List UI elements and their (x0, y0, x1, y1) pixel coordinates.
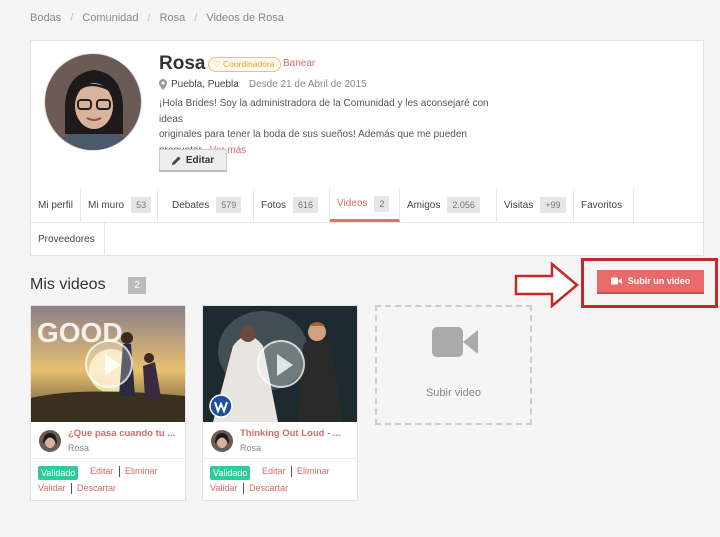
play-icon[interactable] (257, 340, 305, 388)
video-title[interactable]: ¿Que pasa cuando tu ... (68, 428, 180, 439)
tab-count: +99 (540, 197, 566, 213)
warner-logo-icon (209, 394, 233, 418)
video-card: GOOD ¿Que pasa cuando tu ... Rosa Valida… (30, 305, 186, 501)
tab-row-divider (31, 222, 703, 223)
edit-link[interactable]: Editar (90, 466, 114, 476)
ban-link[interactable]: Banear (283, 58, 315, 69)
tab-label: Mi muro (88, 199, 125, 211)
video-card: Thinking Out Loud - ... Rosa Validado Ed… (202, 305, 358, 501)
upload-video-label: Subir un video (627, 276, 691, 286)
breadcrumb-separator: / (70, 12, 74, 24)
breadcrumb-separator: / (194, 12, 198, 24)
tab-videos[interactable]: Videos 2 (330, 188, 400, 222)
status-badge: Validado (210, 466, 251, 480)
tab-label: Proveedores (38, 233, 95, 245)
member-since: Desde 21 de Abril de 2015 (248, 79, 367, 90)
pencil-icon (171, 156, 181, 165)
author-avatar[interactable] (211, 430, 233, 452)
tab-visitas[interactable]: Visitas +99 (497, 188, 574, 222)
play-icon[interactable] (85, 340, 133, 388)
profile-avatar[interactable] (44, 53, 142, 151)
discard-link[interactable]: Descartar (249, 483, 288, 493)
tab-fotos[interactable]: Fotos 616 (254, 188, 330, 222)
video-thumbnail[interactable]: GOOD (31, 306, 185, 422)
validate-link[interactable]: Validar (38, 483, 65, 493)
tab-count: 2.056 (447, 197, 480, 213)
tab-count: 579 (216, 197, 242, 213)
coordinadora-badge: ♡ Coordinadora (208, 57, 281, 72)
tab-proveedores[interactable]: Proveedores (31, 222, 105, 256)
status-badge: Validado (38, 466, 79, 480)
video-title[interactable]: Thinking Out Loud - ... (240, 428, 352, 439)
card-divider (31, 458, 185, 459)
profile-location: Puebla, Puebla Desde 21 de Abril de 2015 (159, 79, 367, 90)
action-separator (291, 466, 292, 477)
annotation-arrow-icon (514, 262, 579, 308)
edit-label: Editar (185, 154, 215, 166)
profile-name: Rosa (159, 53, 206, 74)
breadcrumb-current: Videos de Rosa (206, 12, 284, 24)
tab-label: Amigos (407, 199, 441, 211)
tab-count: 53 (131, 197, 152, 213)
profile-card: Rosa ♡ Coordinadora Banear Puebla, Puebl… (30, 40, 704, 256)
location-text: Puebla, Puebla (171, 79, 239, 90)
author-avatar[interactable] (39, 430, 61, 452)
tab-label: Visitas (504, 199, 534, 211)
bio-line: originales para tener la boda de sus sue… (159, 129, 467, 140)
validate-link[interactable]: Validar (210, 483, 237, 493)
add-video-label: Subir video (425, 387, 482, 399)
tab-favoritos[interactable]: Favoritos (574, 188, 634, 222)
edit-link[interactable]: Editar (262, 466, 286, 476)
section-title: Mis videos (30, 276, 106, 293)
tab-label: Videos (337, 198, 368, 209)
bio-line: ¡Hola Brides! Soy la administradora de l… (159, 98, 489, 125)
breadcrumb: Bodas / Comunidad / Rosa / Videos de Ros… (30, 12, 284, 24)
breadcrumb-separator: / (147, 12, 151, 24)
discard-link[interactable]: Descartar (77, 483, 116, 493)
delete-link[interactable]: Eliminar (125, 466, 158, 476)
video-thumbnail[interactable] (203, 306, 357, 422)
action-separator (119, 466, 120, 477)
delete-link[interactable]: Eliminar (297, 466, 330, 476)
action-separator (243, 483, 244, 494)
breadcrumb-comunidad[interactable]: Comunidad (82, 12, 138, 24)
section-count-badge: 2 (128, 277, 146, 294)
video-author[interactable]: Rosa (68, 443, 89, 453)
tab-label: Mi perfil (38, 199, 74, 211)
location-pin-icon (159, 79, 167, 90)
video-author[interactable]: Rosa (240, 443, 261, 453)
breadcrumb-bodas[interactable]: Bodas (30, 12, 61, 24)
add-video-tile[interactable]: Subir video (375, 305, 532, 425)
tab-count: 2 (374, 195, 390, 212)
tab-label: Fotos (261, 199, 287, 211)
edit-profile-button[interactable]: Editar (159, 149, 227, 172)
tab-debates[interactable]: Debates 579 (165, 188, 254, 222)
breadcrumb-rosa[interactable]: Rosa (160, 12, 186, 24)
upload-video-button[interactable]: Subir un video (597, 270, 704, 294)
tab-label: Favoritos (581, 199, 623, 211)
video-camera-icon (432, 327, 478, 357)
video-camera-icon (610, 277, 622, 285)
tab-count: 616 (293, 197, 319, 213)
tab-mi-muro[interactable]: Mi muro 53 (81, 188, 158, 222)
action-separator (71, 483, 72, 494)
tab-label: Debates (172, 199, 210, 211)
card-divider (203, 458, 357, 459)
tab-amigos[interactable]: Amigos 2.056 (400, 188, 497, 222)
tab-mi-perfil[interactable]: Mi perfil (31, 188, 81, 222)
